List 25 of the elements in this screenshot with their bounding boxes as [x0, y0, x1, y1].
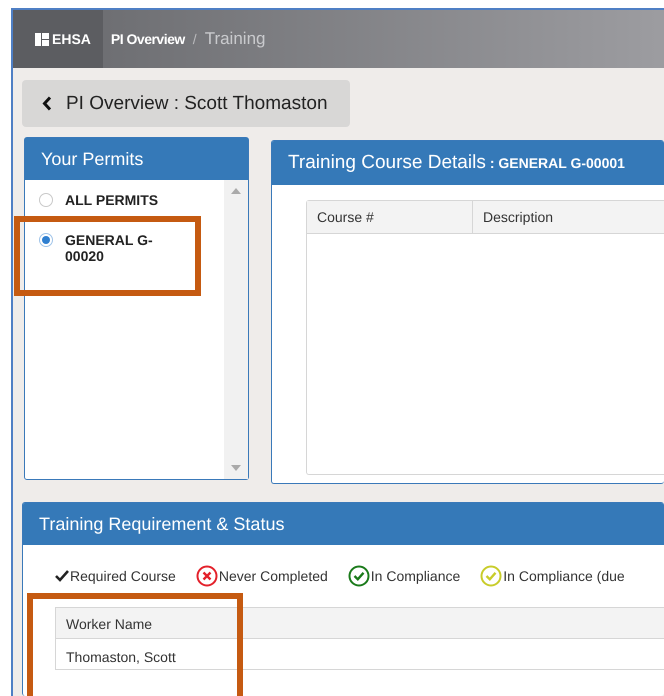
radio-button[interactable] — [39, 193, 53, 207]
scroll-down-icon[interactable] — [231, 465, 241, 471]
legend-label: Required Course — [70, 568, 176, 584]
table-cell-text: Thomaston, Scott — [65, 648, 177, 667]
scrollbar[interactable] — [224, 180, 248, 479]
permit-option[interactable]: GENERAL G-00020 — [14, 216, 201, 296]
panel-title: Training Course Details — [288, 152, 486, 174]
legend-label: In Compliance (due — [503, 568, 625, 584]
scroll-up-icon[interactable] — [231, 188, 241, 194]
column-header[interactable]: Description — [473, 201, 664, 233]
permit-option[interactable]: ALL PERMITS — [39, 192, 169, 208]
breadcrumb-separator: / — [192, 31, 197, 47]
grid-icon — [35, 32, 49, 46]
breadcrumb-link[interactable]: PI Overview — [110, 31, 185, 47]
back-button[interactable]: PI Overview : Scott Thomaston — [22, 80, 350, 127]
column-header[interactable]: Course # — [307, 201, 473, 233]
chevron-left-icon — [42, 96, 52, 111]
permit-subtitle: : GENERAL G-00001 — [490, 155, 625, 171]
radio-button[interactable] — [39, 233, 53, 247]
column-header[interactable]: Worker Name — [56, 608, 236, 639]
panel-title: Your Permits — [25, 138, 248, 180]
panel-title: Training Requirement & Status — [23, 503, 664, 545]
legend-label: In Compliance — [370, 568, 460, 584]
legend-label: Never Completed — [218, 568, 328, 584]
app-logo[interactable]: EHSA — [13, 10, 103, 68]
